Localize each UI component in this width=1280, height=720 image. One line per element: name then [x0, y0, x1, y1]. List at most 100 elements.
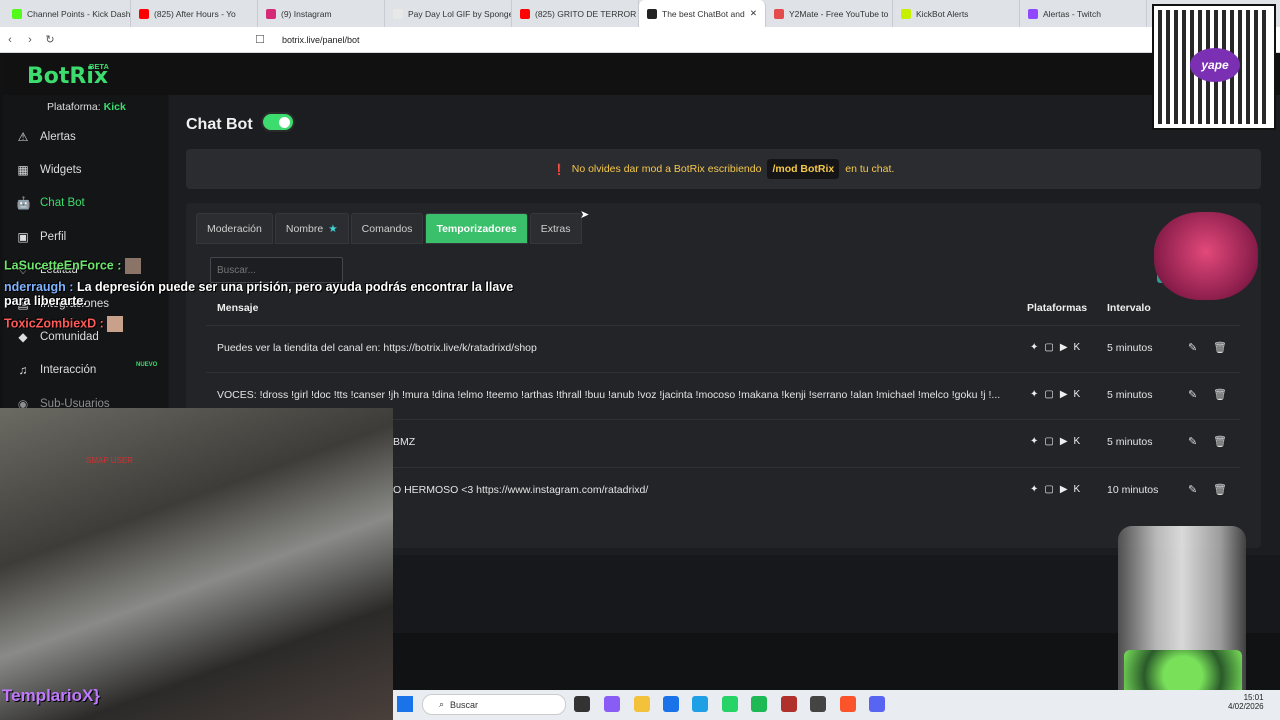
chat-username: LaSucetteEnForce :	[4, 258, 122, 273]
kick-k-platform-icon: K	[1073, 484, 1081, 495]
chat-avatar	[107, 316, 124, 332]
taskbar-search-label: Buscar	[450, 699, 479, 710]
delete-icon[interactable]: 🗑	[1213, 483, 1227, 496]
alert-icon: ❗	[552, 163, 566, 176]
forward-icon[interactable]: ›	[20, 34, 40, 46]
brave-icon[interactable]	[840, 696, 856, 712]
timer-message: O HERMOSO <3 https://www.instagram.com/r…	[393, 484, 649, 496]
chat-avatar	[124, 258, 141, 274]
favicon-icon	[901, 8, 911, 19]
windows-start-icon[interactable]	[397, 696, 413, 712]
browser-tab[interactable]: Pay Day Lol GIF by Sponge	[385, 0, 512, 27]
youtube-platform-icon: ▶	[1059, 389, 1068, 400]
chatbot-tabs: Moderación Nombre ★ Comandos Temporizadores E…	[196, 213, 582, 244]
tab-moderación[interactable]: Moderación	[196, 213, 273, 244]
edit-icon[interactable]: ✎	[1188, 341, 1197, 354]
twitch-platform-icon: ▢	[1044, 436, 1054, 447]
chat-line-1: LaSucetteEnForce :	[4, 258, 524, 274]
clock-time: 15:01	[1243, 693, 1264, 702]
browser-tab[interactable]: Alertas - Twitch	[1020, 0, 1147, 27]
taskbar-clock[interactable]: 15:01 4/02/2026	[1228, 693, 1264, 711]
sidebar-item-interacci-n[interactable]: ♫ Interacción	[16, 363, 97, 377]
favicon-icon	[139, 8, 149, 19]
browser-tab[interactable]: The best ChatBot and ✕	[639, 0, 766, 27]
browser-tab-label: (825) After Hours - Yo	[154, 8, 236, 19]
timer-message: BMZ	[393, 436, 416, 448]
tab-label: Extras	[540, 222, 571, 235]
reload-icon[interactable]: ↻	[40, 33, 60, 46]
column-header-interval: Intervalo	[1107, 302, 1151, 314]
star-icon: ★	[328, 222, 338, 235]
edge-icon[interactable]	[692, 696, 708, 712]
column-header-platforms: Plataformas	[1027, 302, 1088, 314]
yape-logo: yape	[1190, 48, 1240, 82]
sidebar-item-label: Comunidad	[40, 331, 99, 343]
kick-k-platform-icon: K	[1073, 342, 1081, 353]
delete-icon[interactable]: 🗑	[1213, 435, 1227, 448]
youtube-platform-icon: ▶	[1059, 484, 1068, 495]
banner-text-after: en tu chat.	[845, 163, 895, 175]
tab-label: Moderación	[207, 222, 262, 235]
browser-tab[interactable]: (825) GRITO DE TERROR ||	[512, 0, 639, 27]
favicon-icon	[520, 8, 530, 19]
browser-tab[interactable]: Y2Mate - Free YouTube to	[766, 0, 893, 27]
close-tab-icon[interactable]: ✕	[750, 8, 757, 19]
browser-tab[interactable]: (825) After Hours - Yo	[131, 0, 258, 27]
chat-line-3: ToxicZombiexD :	[4, 316, 524, 332]
url-field[interactable]: botrix.live/panel/bot	[282, 35, 360, 45]
browser-tab[interactable]: KickBot Alerts	[893, 0, 1020, 27]
edit-icon[interactable]: ✎	[1188, 388, 1197, 401]
tab-extras[interactable]: Extras	[529, 213, 582, 244]
tab-nombre[interactable]: Nombre ★	[274, 213, 349, 244]
browser-tab-label: Y2Mate - Free YouTube to	[789, 8, 889, 19]
browser-tab[interactable]: (9) Instagram	[258, 0, 385, 27]
edit-icon[interactable]: ✎	[1188, 483, 1197, 496]
sidebar-item-perfil[interactable]: ▣ Perfil	[16, 230, 66, 244]
chat-message: La depresión puede ser una prisión, pero…	[4, 280, 514, 308]
timer-message: VOCES: !dross !girl !doc !tts !canser !j…	[217, 389, 1001, 401]
delete-icon[interactable]: 🗑	[1213, 388, 1227, 401]
task-view-icon[interactable]	[574, 696, 590, 712]
browser-tab[interactable]: Channel Points - Kick Dash	[4, 0, 131, 27]
sidebar-item-widgets[interactable]: ▦ Widgets	[16, 163, 81, 177]
spotify-icon[interactable]	[751, 696, 767, 712]
discord-icon[interactable]	[869, 696, 885, 712]
timer-interval: 5 minutos	[1107, 436, 1153, 448]
sidebar-item-comunidad[interactable]: ◆ Comunidad	[16, 330, 99, 344]
pig-mascot-image	[1154, 212, 1258, 300]
sidebar-item-label: Perfil	[40, 231, 67, 243]
stream-chat-overlay: LaSucetteEnForce : nderraugh : La depres…	[4, 258, 524, 332]
mod-command: /mod BotRix	[767, 159, 840, 179]
edit-icon[interactable]: ✎	[1188, 435, 1197, 448]
tab-comandos[interactable]: Comandos	[350, 213, 424, 244]
copilot-icon[interactable]	[604, 696, 620, 712]
kick-platform-icon: ✦	[1030, 342, 1039, 353]
whatsapp-icon[interactable]	[722, 696, 738, 712]
clock-date: 4/02/2026	[1228, 702, 1264, 711]
obs-icon[interactable]	[810, 696, 826, 712]
store-icon[interactable]	[663, 696, 679, 712]
platform-value[interactable]: Kick	[104, 101, 126, 113]
favicon-icon	[266, 8, 276, 19]
timer-interval: 10 minutos	[1107, 484, 1159, 496]
platform-icons: ✦ ▢ ▶ K	[1030, 342, 1080, 353]
sidebar-item-chat-bot[interactable]: 🤖 Chat Bot	[16, 196, 85, 210]
favicon-icon	[1028, 8, 1038, 19]
chat-username: ToxicZombiexD :	[4, 316, 104, 331]
taskbar-search[interactable]: ⌕ Buscar	[422, 694, 566, 715]
file-explorer-icon[interactable]	[634, 696, 650, 712]
tab-temporizadores[interactable]: Temporizadores	[425, 213, 528, 244]
browser-tab-label: Pay Day Lol GIF by Sponge	[408, 8, 512, 19]
chatbot-enable-toggle[interactable]	[261, 112, 295, 132]
tab-label: Comandos	[361, 222, 413, 235]
sidebar-item-alertas[interactable]: ⚠ Alertas	[16, 130, 76, 144]
timer-interval: 5 minutos	[1107, 389, 1153, 401]
chat-line-2: nderraugh : La depresión puede ser una p…	[4, 280, 524, 308]
back-icon[interactable]: ‹	[0, 34, 20, 46]
platform-label: Plataforma:	[47, 101, 101, 113]
bookmark-icon[interactable]: ☐	[250, 33, 270, 46]
app-icon[interactable]	[781, 696, 797, 712]
beta-badge: BETA	[89, 62, 109, 71]
delete-icon[interactable]: 🗑	[1213, 341, 1227, 354]
kick-k-platform-icon: K	[1073, 436, 1081, 447]
